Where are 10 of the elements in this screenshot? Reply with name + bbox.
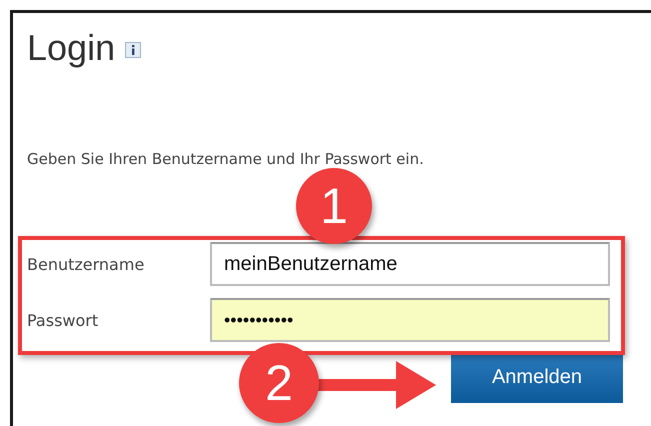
username-field[interactable]: meinBenutzername	[210, 242, 610, 286]
step-badge: 2	[239, 343, 319, 423]
instruction-text: Geben Sie Ihren Benutzername und Ihr Passwort ein.	[27, 150, 425, 168]
info-icon[interactable]	[125, 42, 142, 58]
password-field[interactable]: •••••••••••	[210, 298, 610, 342]
arrow-icon	[316, 359, 438, 411]
field-label: Benutzername	[27, 254, 144, 274]
page-title: Login	[27, 27, 116, 69]
field-label: Passwort	[27, 310, 98, 330]
step-badge: 1	[296, 168, 372, 244]
